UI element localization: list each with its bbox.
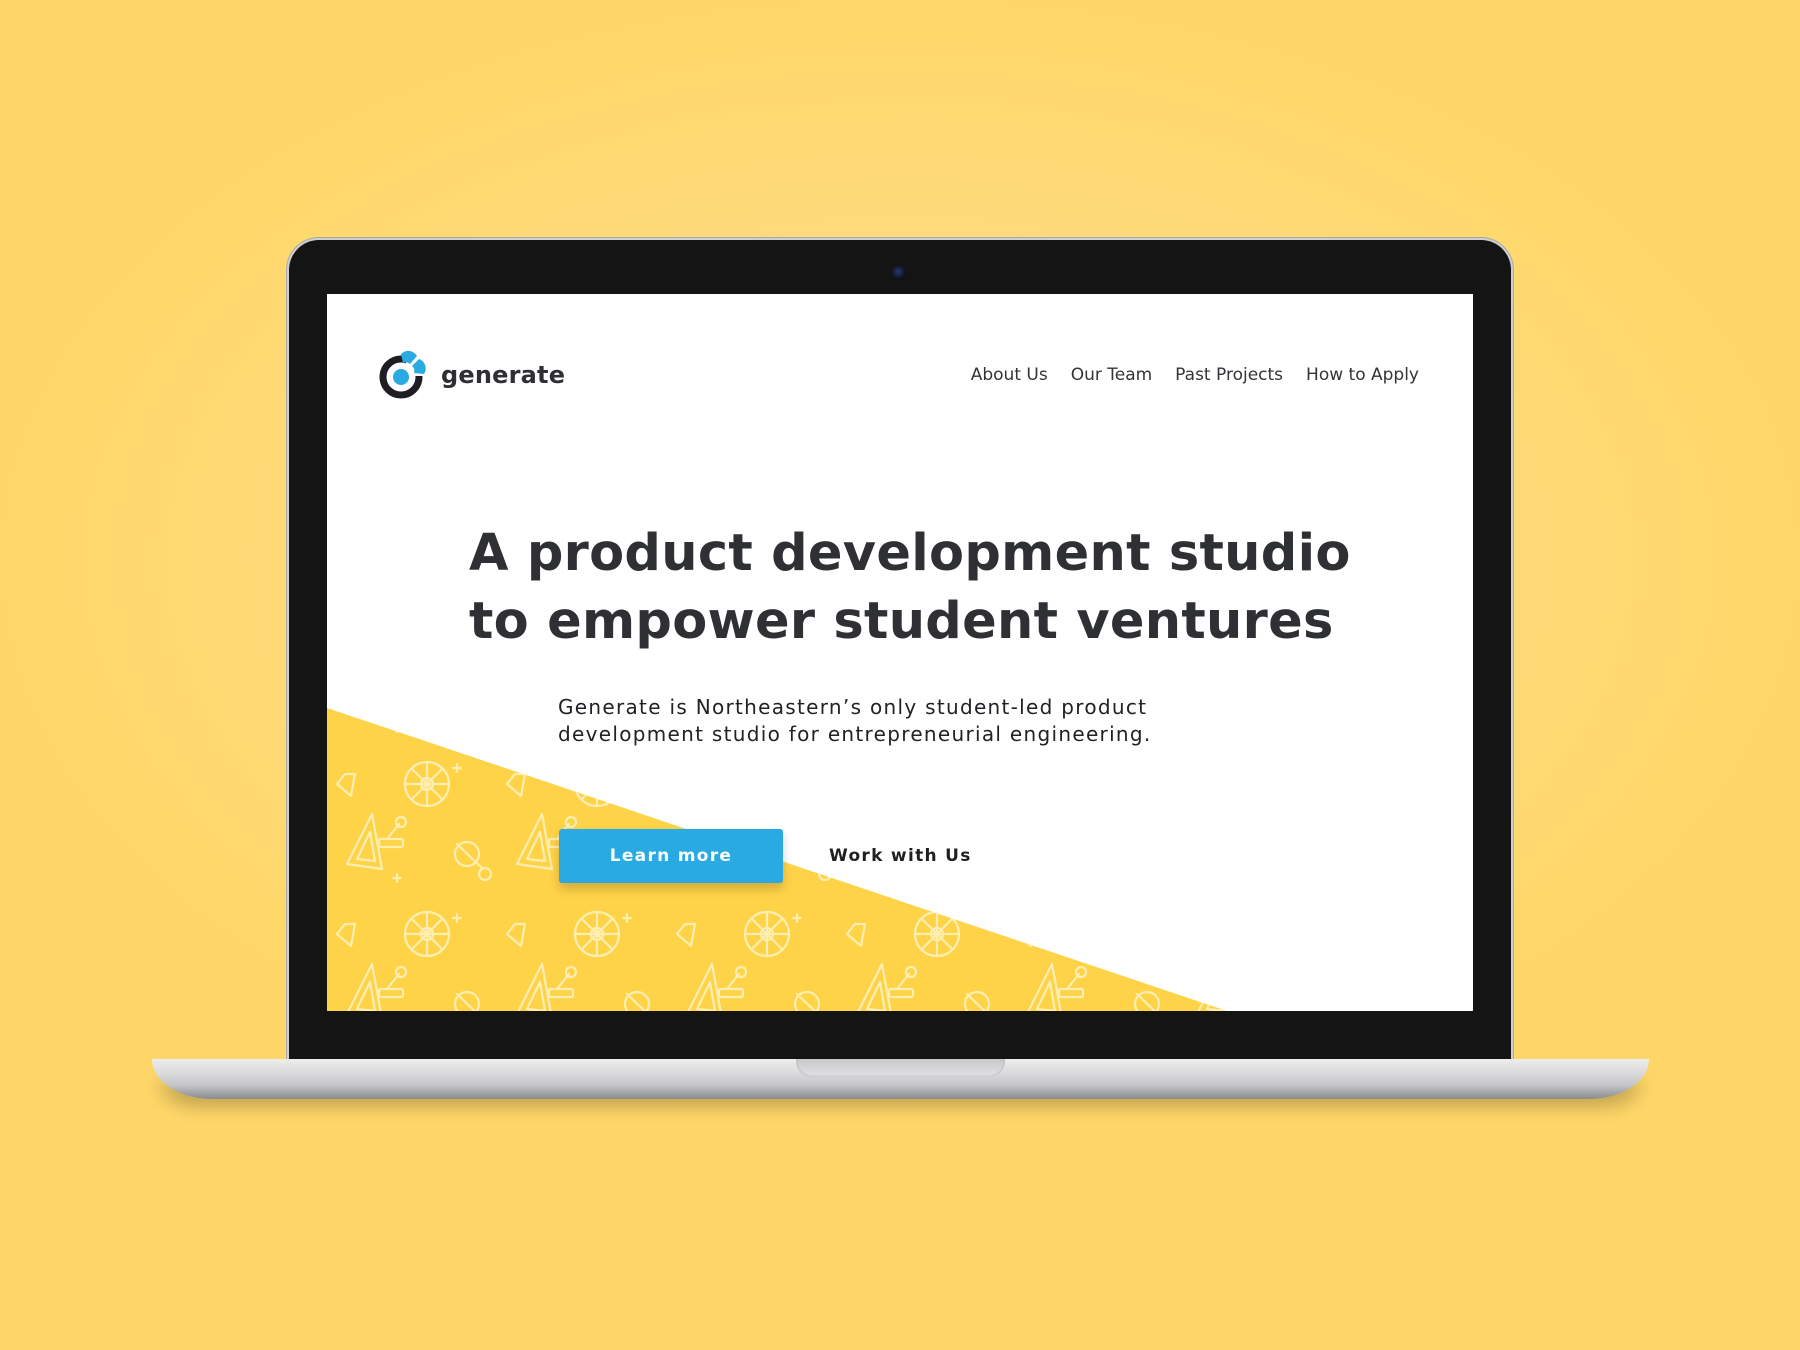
hero-subtext-line-2: development studio for entrepreneurial e… bbox=[558, 722, 1152, 746]
nav-about-us[interactable]: About Us bbox=[971, 365, 1048, 385]
generate-logo-icon bbox=[379, 350, 428, 399]
main-nav: About Us Our Team Past Projects How to A… bbox=[971, 365, 1419, 385]
hero-subtext-line-1: Generate is Northeastern’s only student-… bbox=[558, 695, 1148, 719]
site-logo[interactable]: generate bbox=[379, 350, 565, 400]
brand-wordmark: generate bbox=[441, 361, 566, 389]
learn-more-button[interactable]: Learn more bbox=[559, 829, 783, 883]
laptop-base bbox=[152, 1059, 1649, 1099]
nav-past-projects[interactable]: Past Projects bbox=[1175, 365, 1283, 385]
hero-headline: A product development studio to empower … bbox=[469, 520, 1351, 656]
nav-how-to-apply[interactable]: How to Apply bbox=[1306, 365, 1419, 385]
hero-headline-line-1: A product development studio bbox=[469, 524, 1351, 583]
nav-our-team[interactable]: Our Team bbox=[1071, 365, 1152, 385]
work-with-us-button[interactable]: Work with Us bbox=[829, 829, 972, 883]
laptop-lid: generate About Us Our Team Past Projects… bbox=[289, 240, 1511, 1060]
hero-subtext: Generate is Northeastern’s only student-… bbox=[558, 694, 1208, 748]
lid-notch bbox=[796, 1059, 1005, 1077]
hero-headline-line-2: to empower student ventures bbox=[469, 592, 1334, 651]
webcam-icon bbox=[892, 266, 906, 280]
browser-screen: generate About Us Our Team Past Projects… bbox=[327, 294, 1473, 1011]
